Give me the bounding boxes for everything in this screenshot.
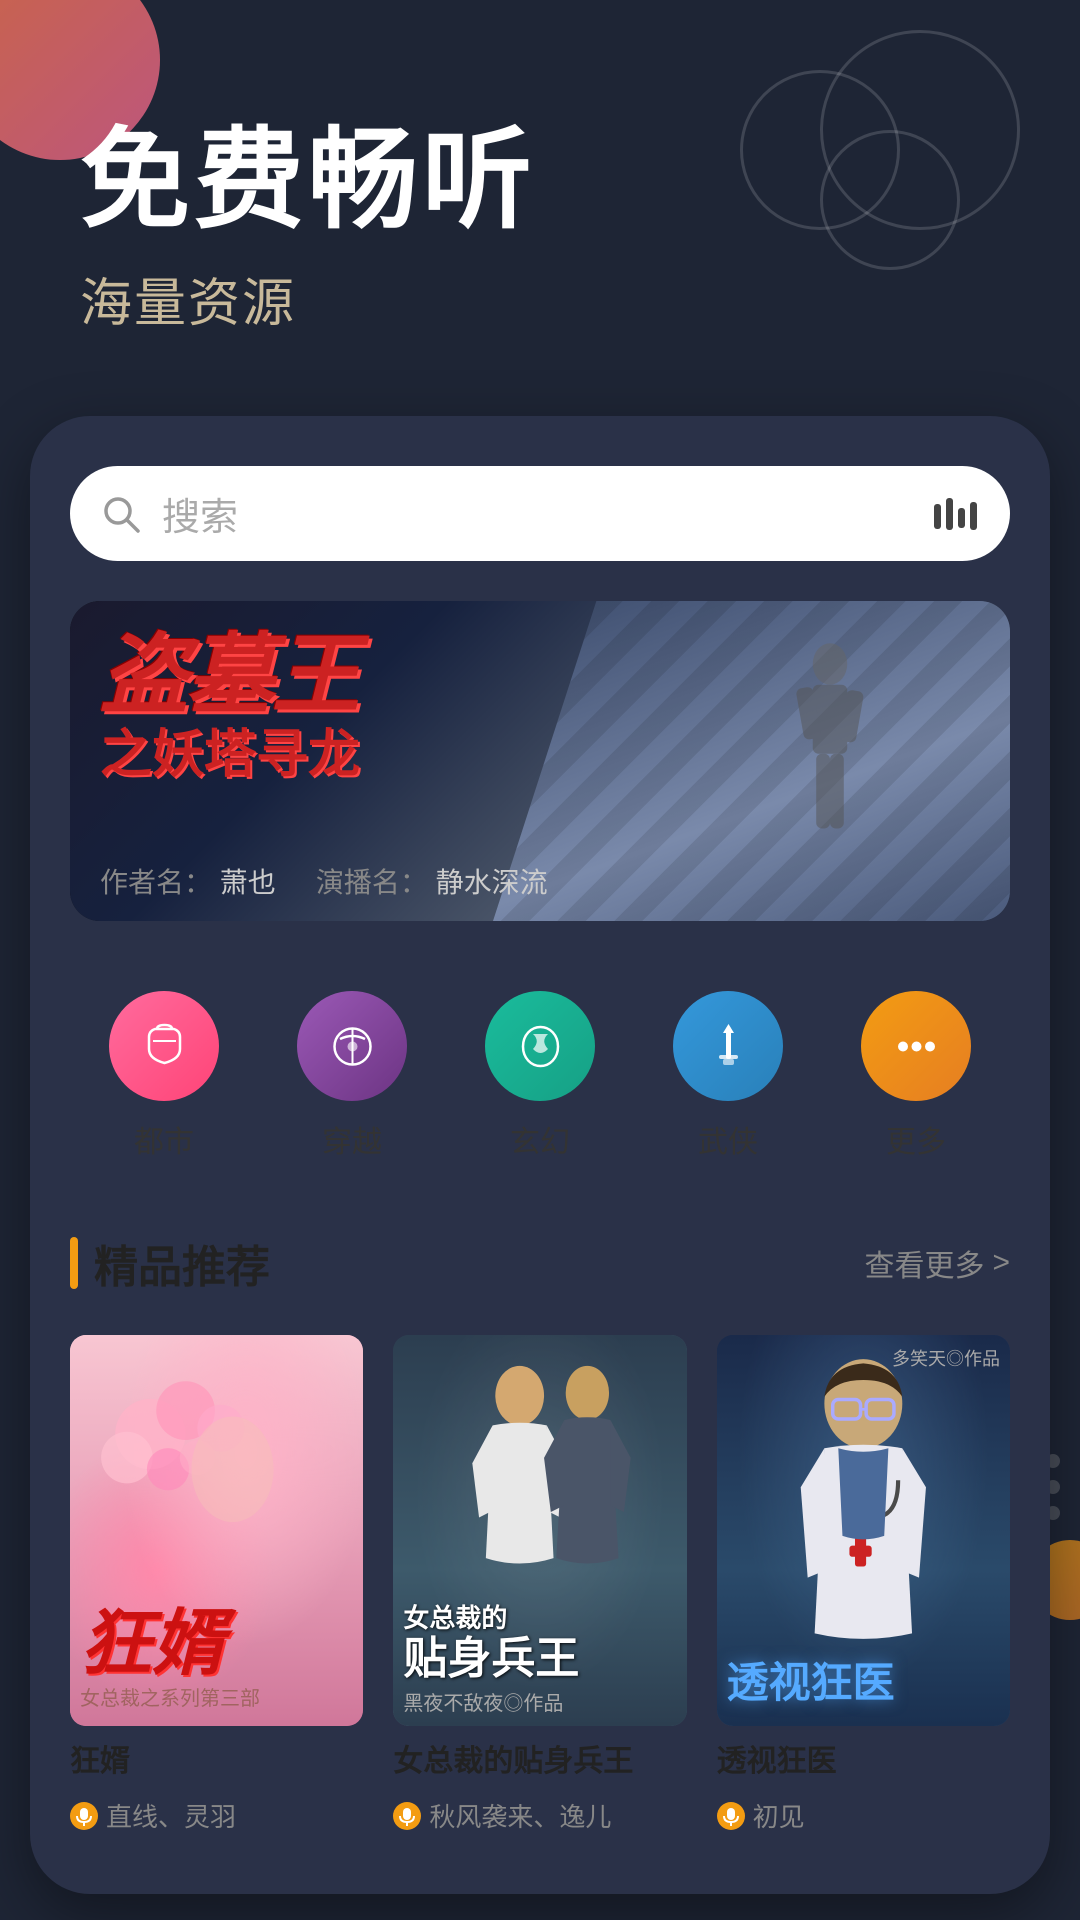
book-author-2: 秋风袭来、逸儿 xyxy=(393,1797,686,1834)
category-dushi[interactable]: 都市 xyxy=(109,991,219,1161)
author-label: 作者名： xyxy=(100,867,212,898)
book-name-1: 狂婿 xyxy=(70,1742,363,1781)
mic-icon-1 xyxy=(70,1802,98,1830)
narrator-value: 静水深流 xyxy=(436,867,548,898)
book-item-toushi[interactable]: 多笑天◎作品 透视狂医 透视狂医 初见 xyxy=(717,1335,1010,1834)
author-text-3: 初见 xyxy=(753,1797,805,1834)
section-indicator xyxy=(70,1237,78,1289)
category-more[interactable]: 更多 xyxy=(861,991,971,1161)
author-text-2: 秋风袭来、逸儿 xyxy=(429,1797,611,1834)
search-icon xyxy=(100,493,142,535)
book-item-nuzongcai[interactable]: 女总裁的 贴身兵王 黑夜不敌夜◎作品 女总裁的贴身兵王 秋风袭来、逸儿 xyxy=(393,1335,686,1834)
wuxia-label: 武侠 xyxy=(698,1117,758,1161)
author-value: 萧也 xyxy=(220,867,276,898)
book-cover-3: 多笑天◎作品 透视狂医 xyxy=(717,1335,1010,1726)
more-icon xyxy=(861,991,971,1101)
see-more-text: 查看更多 xyxy=(864,1241,984,1285)
categories-row: 都市 穿越 玄幻 xyxy=(70,971,1010,1181)
book-grid: 狂婿 女总裁之系列第三部 狂婿 直线、灵羽 xyxy=(70,1335,1010,1834)
more-label: 更多 xyxy=(886,1117,946,1161)
dushi-label: 都市 xyxy=(134,1117,194,1161)
category-xuanhuan[interactable]: 玄幻 xyxy=(485,991,595,1161)
search-input[interactable]: 搜索 xyxy=(162,486,930,541)
xuanhuan-icon xyxy=(485,991,595,1101)
book-item-kuangjian[interactable]: 狂婿 女总裁之系列第三部 狂婿 直线、灵羽 xyxy=(70,1335,363,1834)
see-more-button[interactable]: 查看更多 > xyxy=(864,1241,1010,1285)
search-bar[interactable]: 搜索 xyxy=(70,466,1010,561)
banner-meta: 作者名： 萧也 演播名： 静水深流 xyxy=(100,861,980,901)
category-wuxia[interactable]: 武侠 xyxy=(673,991,783,1161)
banner-title-area: 盗墓王 之妖塔寻龙 xyxy=(100,631,617,786)
section-header: 精品推荐 查看更多 > xyxy=(70,1231,1010,1295)
section-title-wrap: 精品推荐 xyxy=(70,1231,270,1295)
banner[interactable]: 盗墓王 之妖塔寻龙 作者名： 萧也 演播名： 静水深流 xyxy=(70,601,1010,921)
hero-section: 免费畅听 海量资源 xyxy=(0,0,1080,396)
banner-author: 作者名： 萧也 xyxy=(100,861,276,901)
book-name-2: 女总裁的贴身兵王 xyxy=(393,1742,686,1781)
chuanyue-icon xyxy=(297,991,407,1101)
banner-main-title: 盗墓王 xyxy=(100,631,617,719)
banner-narrator: 演播名： 静水深流 xyxy=(316,861,548,901)
section-title: 精品推荐 xyxy=(94,1231,270,1295)
category-chuanyue[interactable]: 穿越 xyxy=(297,991,407,1161)
hero-title: 免费畅听 xyxy=(80,120,1000,241)
xuanhuan-label: 玄幻 xyxy=(510,1117,570,1161)
dushi-icon xyxy=(109,991,219,1101)
book-author-1: 直线、灵羽 xyxy=(70,1797,363,1834)
mic-icon-2 xyxy=(393,1802,421,1830)
narrator-label: 演播名： xyxy=(316,867,428,898)
banner-subtitle: 之妖塔寻龙 xyxy=(100,724,617,786)
chuanyue-label: 穿越 xyxy=(322,1117,382,1161)
wuxia-icon xyxy=(673,991,783,1101)
hero-subtitle: 海量资源 xyxy=(80,261,1000,336)
book-name-3: 透视狂医 xyxy=(717,1742,1010,1781)
author-text-1: 直线、灵羽 xyxy=(106,1797,236,1834)
mic-icon-3 xyxy=(717,1802,745,1830)
book-cover-1: 狂婿 女总裁之系列第三部 xyxy=(70,1335,363,1726)
app-card: 搜索 盗墓王 之妖塔寻龙 xyxy=(30,416,1050,1894)
equalizer-icon[interactable] xyxy=(930,494,980,534)
chevron-right-icon: > xyxy=(992,1246,1010,1280)
book-author-3: 初见 xyxy=(717,1797,1010,1834)
book-cover-2: 女总裁的 贴身兵王 黑夜不敌夜◎作品 xyxy=(393,1335,686,1726)
